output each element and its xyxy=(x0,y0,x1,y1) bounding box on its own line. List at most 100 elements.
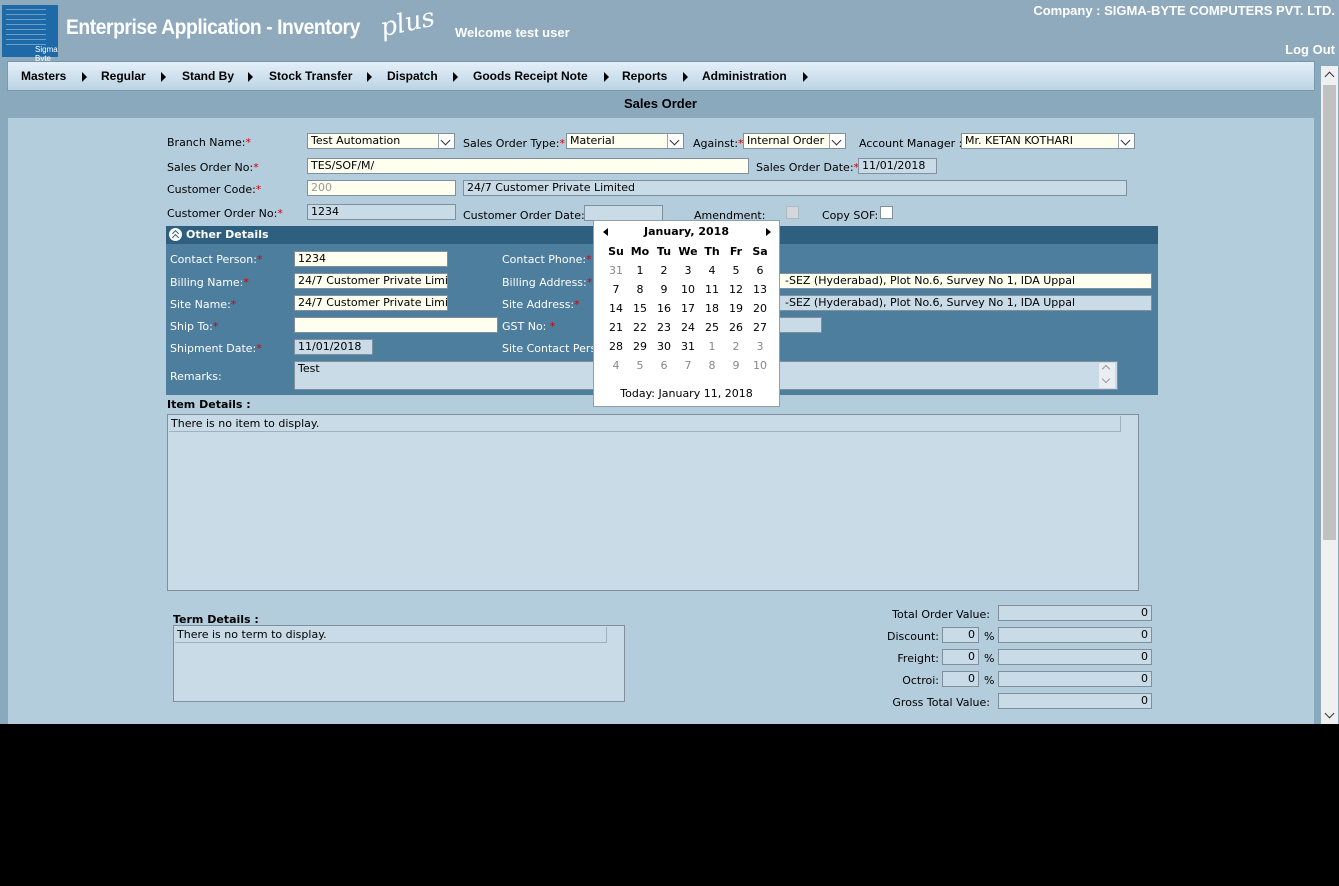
calendar-day[interactable]: 31 xyxy=(604,264,628,277)
calendar-day[interactable]: 29 xyxy=(628,340,652,353)
customer-order-no-input[interactable]: 1234 xyxy=(307,204,456,220)
calendar-day[interactable]: 31 xyxy=(676,340,700,353)
calendar-day[interactable]: 5 xyxy=(724,264,748,277)
octroi-percent-input[interactable]: 0 xyxy=(942,671,979,687)
site-address-label: Site Address:* xyxy=(502,298,580,311)
customer-code-input[interactable]: 200 xyxy=(307,180,456,196)
calendar-day[interactable]: 19 xyxy=(724,302,748,315)
page-scrollbar[interactable] xyxy=(1321,66,1338,724)
customer-order-no-label: Customer Order No:* xyxy=(167,207,283,220)
calendar-day[interactable]: 10 xyxy=(676,283,700,296)
calendar-day[interactable]: 23 xyxy=(652,321,676,334)
site-name-input[interactable]: 24/7 Customer Private Limited xyxy=(294,295,448,311)
calendar-day[interactable]: 5 xyxy=(628,359,652,372)
calendar-day[interactable]: 7 xyxy=(676,359,700,372)
calendar-day[interactable]: 25 xyxy=(700,321,724,334)
calendar-day[interactable]: 6 xyxy=(652,359,676,372)
next-month-icon[interactable] xyxy=(766,228,771,236)
remarks-scrollbar[interactable] xyxy=(1099,363,1115,388)
ship-to-input[interactable] xyxy=(294,317,498,333)
sigma-byte-logo: Sigma Byte xyxy=(2,5,58,63)
page-title: Sales Order xyxy=(624,96,697,111)
sales-order-date-input[interactable]: 11/01/2018 xyxy=(858,158,937,174)
menu-goods-receipt-note[interactable]: Goods Receipt Note xyxy=(473,69,588,83)
calendar-day[interactable]: 9 xyxy=(724,359,748,372)
calendar-month-title[interactable]: January, 2018 xyxy=(594,225,779,238)
calendar-day[interactable]: 8 xyxy=(628,283,652,296)
scrollbar-thumb[interactable] xyxy=(1323,85,1336,540)
calendar-day[interactable]: 26 xyxy=(724,321,748,334)
menu-stock-transfer[interactable]: Stock Transfer xyxy=(269,69,352,83)
ship-to-label: Ship To:* xyxy=(170,320,219,333)
calendar-day[interactable]: 15 xyxy=(628,302,652,315)
calendar-day[interactable]: 7 xyxy=(604,283,628,296)
discount-percent-input[interactable]: 0 xyxy=(942,627,979,643)
menu-stand-by[interactable]: Stand By xyxy=(182,69,234,83)
calendar-day[interactable]: 3 xyxy=(748,340,772,353)
against-select[interactable]: Internal Order xyxy=(743,133,846,149)
collapse-icon[interactable] xyxy=(169,228,182,241)
calendar-day[interactable]: 3 xyxy=(676,264,700,277)
logout-link[interactable]: Log Out xyxy=(1285,42,1335,57)
calendar-day[interactable]: 21 xyxy=(604,321,628,334)
menu-dispatch[interactable]: Dispatch xyxy=(387,69,438,83)
gross-total-value-field: 0 xyxy=(998,693,1152,709)
branch-name-select[interactable]: Test Automation xyxy=(307,133,455,149)
calendar-day[interactable]: 1 xyxy=(700,340,724,353)
calendar-day[interactable]: 4 xyxy=(700,264,724,277)
scroll-down-icon[interactable] xyxy=(1101,374,1111,384)
shipment-date-label: Shipment Date:* xyxy=(170,342,262,355)
calendar-day[interactable]: 27 xyxy=(748,321,772,334)
calendar-today-link[interactable]: Today: January 11, 2018 xyxy=(594,387,779,400)
octroi-value-field: 0 xyxy=(998,671,1152,687)
sales-order-type-select[interactable]: Material xyxy=(566,133,684,149)
calendar-day[interactable]: 24 xyxy=(676,321,700,334)
menu-administration[interactable]: Administration xyxy=(702,69,787,83)
calendar-day[interactable]: 22 xyxy=(628,321,652,334)
calendar-day[interactable]: 10 xyxy=(748,359,772,372)
calendar-day[interactable]: 6 xyxy=(748,264,772,277)
scroll-up-icon[interactable] xyxy=(1101,364,1111,374)
app-title-suffix: plus xyxy=(377,2,438,44)
amendment-checkbox[interactable] xyxy=(786,206,799,219)
total-order-value-field: 0 xyxy=(998,605,1152,621)
calendar-weekday-header: Mo xyxy=(630,245,650,258)
sales-order-no-input[interactable]: TES/SOF/M/ xyxy=(307,158,749,174)
calendar-day[interactable]: 8 xyxy=(700,359,724,372)
freight-value-field: 0 xyxy=(998,649,1152,665)
scroll-down-icon[interactable] xyxy=(1321,707,1338,724)
calendar-day[interactable]: 11 xyxy=(700,283,724,296)
contact-person-input[interactable]: 1234 xyxy=(294,251,448,267)
billing-name-input[interactable]: 24/7 Customer Private Limited xyxy=(294,273,448,289)
calendar-day[interactable]: 16 xyxy=(652,302,676,315)
calendar-day[interactable]: 4 xyxy=(604,359,628,372)
calendar-day[interactable]: 30 xyxy=(652,340,676,353)
calendar-day[interactable]: 2 xyxy=(652,264,676,277)
calendar-day[interactable]: 28 xyxy=(604,340,628,353)
submenu-arrow-icon xyxy=(453,72,458,82)
calendar-day[interactable]: 12 xyxy=(724,283,748,296)
menu-masters[interactable]: Masters xyxy=(21,69,66,83)
contact-phone-label: Contact Phone:* xyxy=(502,253,592,266)
copy-sof-checkbox[interactable] xyxy=(880,206,893,219)
menu-regular[interactable]: Regular xyxy=(101,69,146,83)
chevron-down-icon xyxy=(667,134,683,148)
shipment-date-input[interactable]: 11/01/2018 xyxy=(294,339,373,355)
customer-order-date-input[interactable] xyxy=(584,205,663,221)
scroll-up-icon[interactable] xyxy=(1321,66,1338,83)
freight-percent-input[interactable]: 0 xyxy=(942,649,979,665)
calendar-day[interactable]: 9 xyxy=(652,283,676,296)
calendar-day[interactable]: 1 xyxy=(628,264,652,277)
customer-name-field: 24/7 Customer Private Limited xyxy=(463,180,1127,196)
calendar-day[interactable]: 20 xyxy=(748,302,772,315)
menu-reports[interactable]: Reports xyxy=(622,69,667,83)
calendar-day[interactable]: 18 xyxy=(700,302,724,315)
calendar-day[interactable]: 17 xyxy=(676,302,700,315)
submenu-arrow-icon xyxy=(604,72,609,82)
calendar-day[interactable]: 14 xyxy=(604,302,628,315)
calendar-weekday-header: Th xyxy=(704,245,720,258)
calendar-day[interactable]: 2 xyxy=(724,340,748,353)
calendar-day[interactable]: 13 xyxy=(748,283,772,296)
chevron-down-icon xyxy=(829,134,845,148)
account-manager-select[interactable]: Mr. KETAN KOTHARI xyxy=(961,133,1135,149)
